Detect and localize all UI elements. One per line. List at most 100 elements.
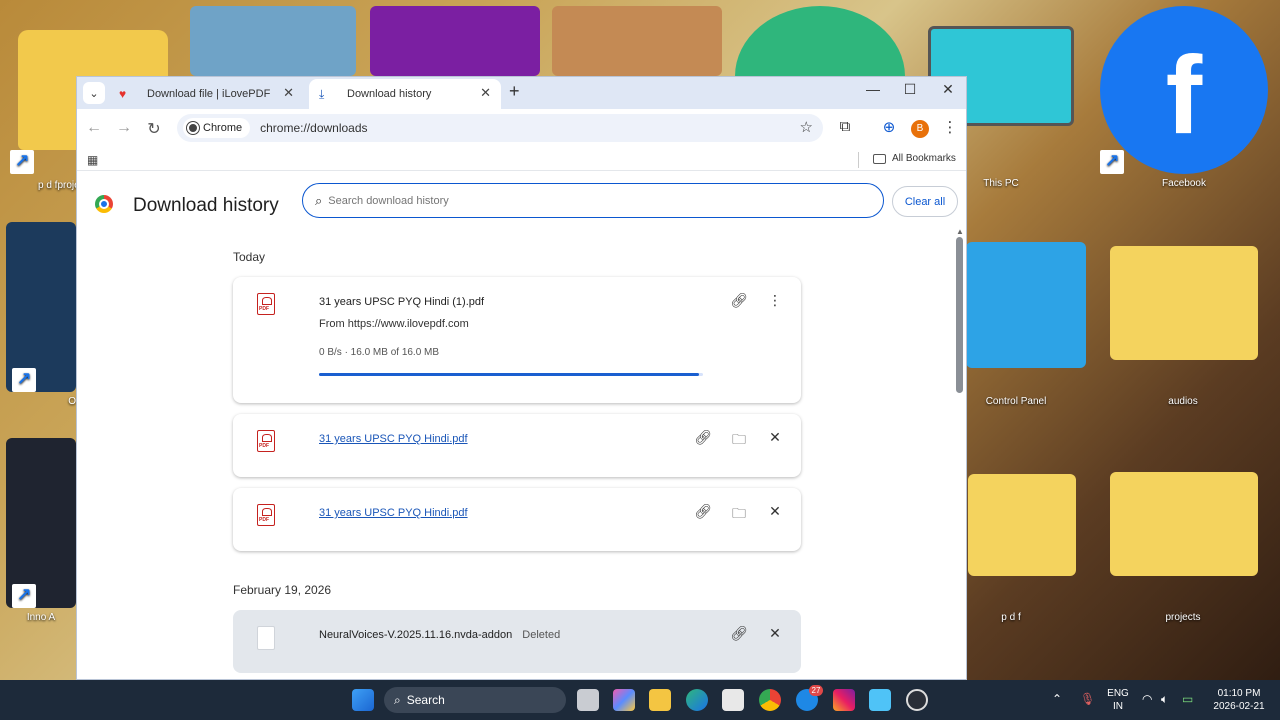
copy-link-icon[interactable]: 🔗︎ — [693, 429, 713, 446]
desktop-icon-app-2[interactable] — [190, 6, 356, 76]
notification-badge: 27 — [809, 685, 823, 696]
taskbar-search-label: Search — [406, 693, 445, 707]
progress-text: 0 B/s · 16.0 MB of 16.0 MB — [319, 347, 440, 358]
search-input[interactable] — [328, 194, 849, 207]
battery-icon[interactable]: ▭ — [1182, 692, 1193, 706]
file-name[interactable]: 31 years UPSC PYQ Hindi (1).pdf — [319, 296, 484, 308]
tab-label: Download history — [347, 88, 432, 100]
chrome-taskbar-icon[interactable] — [759, 689, 781, 711]
store-icon[interactable] — [722, 689, 744, 711]
download-item: 31 years UPSC PYQ Hindi.pdf 🔗︎ 🗀︎ ✕ — [233, 488, 801, 551]
tab-ilovepdf[interactable]: ♥ Download file | iLovePDF ✕ — [109, 79, 304, 109]
search-box[interactable]: ⌕ — [302, 183, 884, 218]
downloads-toolbar-icon[interactable]: ⊕ — [878, 118, 900, 136]
desktop-icon-label: O — [68, 396, 76, 407]
copy-link-icon[interactable]: 🔗︎ — [729, 292, 749, 309]
apps-grid-icon[interactable]: ▦ — [87, 153, 98, 167]
url-text: chrome://downloads — [260, 121, 368, 135]
desktop-icon-facebook[interactable]: f ↗ Facebook — [1100, 6, 1268, 196]
volume-icon[interactable]: 🔈︎ — [1161, 692, 1168, 707]
address-bar[interactable]: Chrome chrome://downloads ☆ — [177, 114, 823, 142]
close-window-icon[interactable]: ✕ — [933, 81, 963, 98]
desktop-icon-label: Control Panel — [985, 396, 1047, 407]
control-panel-icon — [966, 242, 1086, 368]
bookmarks-bar: ▦ All Bookmarks — [77, 149, 966, 171]
all-bookmarks-button[interactable]: All Bookmarks — [873, 153, 956, 164]
instagram-icon[interactable] — [833, 689, 855, 711]
desktop-icon-audios[interactable]: audios — [1108, 242, 1258, 412]
extensions-icon[interactable]: ⧉ — [834, 118, 856, 135]
toolbar: ← → ↻ Chrome chrome://downloads ☆ ⧉ ⊕ B … — [77, 109, 966, 149]
desktop-icon-label: Facebook — [1162, 178, 1206, 189]
forward-arrow-icon[interactable]: → — [113, 119, 135, 137]
maximize-icon[interactable]: ☐ — [895, 81, 925, 98]
copilot-icon[interactable] — [613, 689, 635, 711]
copy-link-icon[interactable]: 🔗︎ — [729, 625, 749, 642]
pdf-file-icon — [257, 293, 275, 315]
bookmark-star-icon[interactable]: ☆ — [800, 118, 813, 136]
folder-icon — [1110, 472, 1258, 576]
reload-icon[interactable]: ↻ — [143, 119, 165, 139]
remove-icon[interactable]: ✕ — [765, 429, 785, 446]
file-source: From https://www.ilovepdf.com — [319, 318, 469, 330]
copy-link-icon[interactable]: 🔗︎ — [693, 503, 713, 520]
folder-icon — [968, 474, 1076, 576]
tab-download-history[interactable]: ⤓ Download history ✕ — [309, 79, 501, 109]
file-name-link[interactable]: 31 years UPSC PYQ Hindi.pdf — [319, 433, 468, 445]
chevron-down-icon: ⌄ — [89, 87, 99, 100]
desktop-icon-label: projects — [1165, 612, 1201, 623]
language-indicator[interactable]: ENG IN — [1104, 688, 1132, 712]
minimize-icon[interactable]: — — [858, 81, 888, 97]
windows-start-icon[interactable] — [352, 689, 374, 711]
site-chip[interactable]: Chrome — [183, 118, 251, 138]
show-in-folder-icon[interactable]: 🗀︎ — [729, 429, 749, 453]
progress-bar — [319, 373, 703, 376]
file-name: NeuralVoices-V.2025.11.16.nvda-addon Dele… — [319, 629, 560, 641]
tab-search-button[interactable]: ⌄ — [83, 82, 105, 104]
file-name-link[interactable]: 31 years UPSC PYQ Hindi.pdf — [319, 507, 468, 519]
file-explorer-icon[interactable] — [649, 689, 671, 711]
clear-all-button[interactable]: Clear all — [892, 186, 958, 217]
date-heading: February 19, 2026 — [233, 583, 332, 597]
desktop-icon-app-3[interactable] — [370, 6, 540, 76]
scrollbar-thumb[interactable] — [956, 237, 963, 393]
taskbar-search[interactable]: ⌕ Search — [384, 687, 566, 713]
obs-taskbar-icon[interactable] — [906, 689, 928, 711]
avatar[interactable]: B — [911, 120, 929, 138]
folder-icon — [873, 153, 886, 164]
clock[interactable]: 01:10 PM 2026-02-21 — [1208, 688, 1270, 712]
new-tab-icon[interactable]: + — [509, 81, 520, 102]
close-tab-icon[interactable]: ✕ — [283, 85, 294, 101]
remove-icon[interactable]: ✕ — [765, 625, 785, 642]
scrollbar[interactable]: ▲ — [956, 227, 964, 679]
show-in-folder-icon[interactable]: 🗀︎ — [729, 503, 749, 527]
task-view-icon[interactable] — [577, 689, 599, 711]
desktop-icon-control-panel[interactable]: Control Panel — [946, 242, 1086, 412]
progress-fill — [319, 373, 700, 376]
shortcut-arrow-icon: ↗ — [1100, 150, 1124, 174]
close-tab-icon[interactable]: ✕ — [480, 85, 491, 101]
desktop-icon-edge[interactable] — [735, 6, 905, 146]
scroll-up-icon[interactable]: ▲ — [956, 227, 964, 236]
desktop-icon-projects[interactable]: projects — [1108, 460, 1258, 630]
more-actions-icon[interactable]: ⋮ — [765, 292, 785, 309]
shortcut-arrow-icon: ↗ — [12, 584, 36, 608]
show-hidden-icons-icon[interactable]: ⌃ — [1052, 692, 1062, 706]
facebook-icon: f — [1100, 6, 1268, 174]
file-name-text: NeuralVoices-V.2025.11.16.nvda-addon — [319, 629, 513, 641]
desktop-icon-app-4[interactable] — [552, 6, 722, 76]
edge-icon[interactable] — [686, 689, 708, 711]
tab-strip: ⌄ ♥ Download file | iLovePDF ✕ ⤓ Downloa… — [77, 77, 966, 109]
notepad-icon[interactable] — [869, 689, 891, 711]
microphone-icon[interactable]: 🎙︎ — [1080, 692, 1095, 706]
tab-label: Download file | iLovePDF — [147, 88, 271, 100]
desktop-icon-obs[interactable]: ↗ O — [6, 222, 76, 412]
desktop-icon-inno[interactable]: ↗ Inno A — [6, 438, 76, 628]
kebab-menu-icon[interactable]: ⋮ — [939, 118, 961, 136]
all-bookmarks-label: All Bookmarks — [892, 153, 956, 164]
download-item-deleted: NeuralVoices-V.2025.11.16.nvda-addon Dele… — [233, 610, 801, 673]
desktop-icon-label: audios — [1168, 396, 1198, 407]
wifi-icon[interactable]: ◠ — [1142, 692, 1152, 706]
back-arrow-icon[interactable]: ← — [83, 119, 105, 137]
remove-icon[interactable]: ✕ — [765, 503, 785, 520]
